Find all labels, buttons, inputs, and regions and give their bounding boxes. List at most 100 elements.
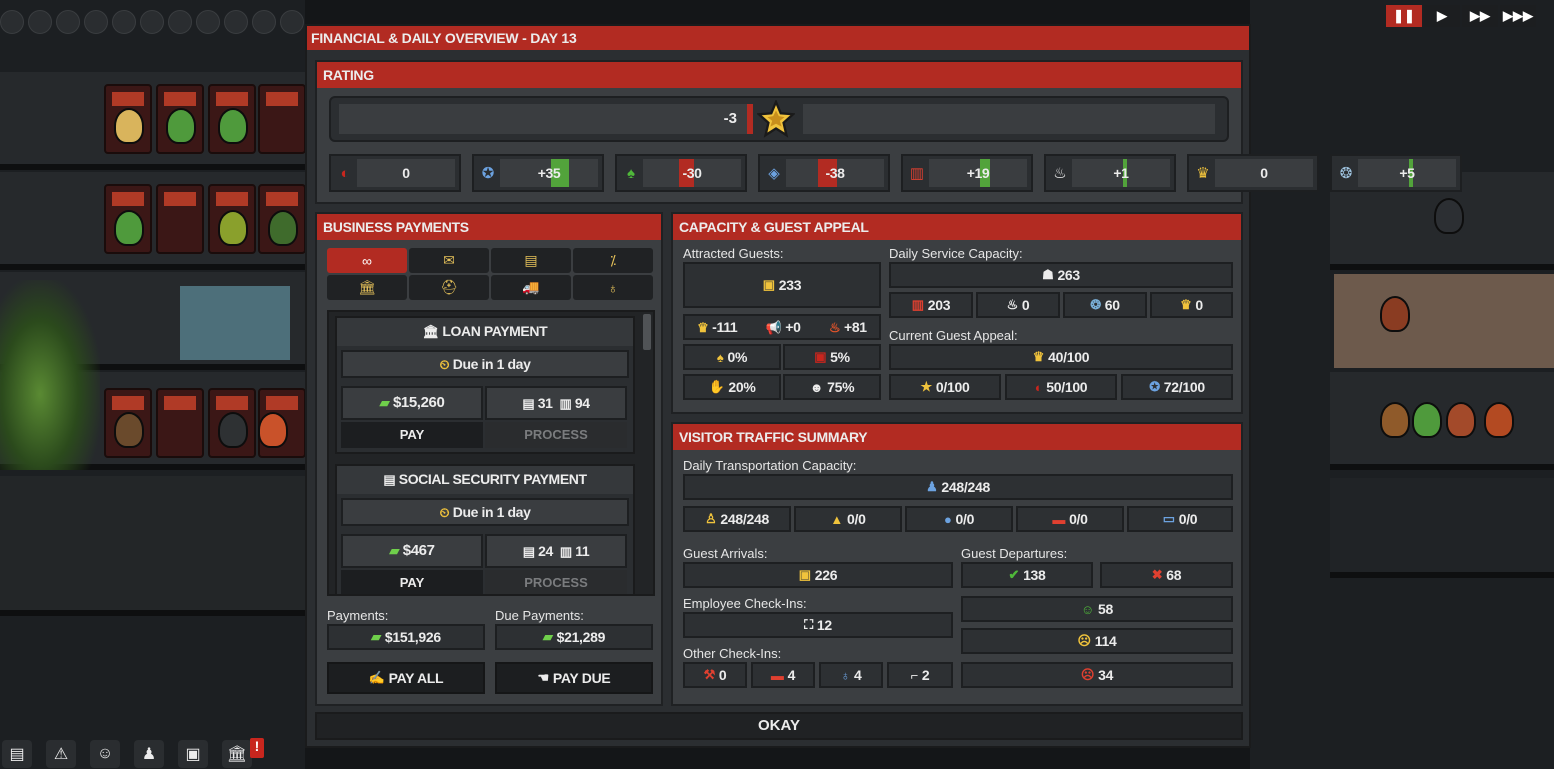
tab-bank[interactable]: 🏛 <box>327 275 407 300</box>
faction-icon: ◐ <box>1034 379 1043 395</box>
happy-face-icon: ☺ <box>1081 601 1094 617</box>
window-room <box>180 286 290 360</box>
clock-icon: ⏲ <box>439 505 450 520</box>
payment-list-scrollbar[interactable] <box>643 314 651 350</box>
toolbar-icon[interactable] <box>224 10 248 34</box>
service-brain: ❂ 60 <box>1063 292 1147 318</box>
percent-a-value: 0% <box>727 349 748 365</box>
fast-button[interactable]: ▶▶ <box>1462 5 1498 27</box>
pay-all-button[interactable]: ✍ PAY ALL <box>327 662 485 694</box>
lure-icon: ♠ <box>716 349 724 365</box>
employee-checkins-label: Employee Check-Ins: <box>683 596 807 611</box>
ticket-icon: ▣ <box>798 567 811 582</box>
street-lamp <box>0 280 100 470</box>
construction-icon[interactable]: ⚠ <box>46 740 76 768</box>
loan-payment-title: 🏛 LOAN PAYMENT <box>337 318 633 346</box>
due-payments-total: ▰ $21,289 <box>495 624 653 650</box>
loan-pay-button[interactable]: PAY <box>341 422 483 448</box>
rating-panel: RATING -3 ◐ 0 ✪ +35 ♠ -30 ◈ -38 ▥ +19 ♨ +1 ♛ 0 ❂ +5 <box>315 60 1462 204</box>
leaf-icon: ♠ <box>627 165 635 182</box>
daily-service-capacity: ☗ 263 <box>889 262 1233 288</box>
guest-appeal: ♛ 40/100 <box>889 344 1233 370</box>
social-security-pay-button[interactable]: PAY <box>341 570 483 594</box>
rating-stat: ▥ +19 <box>901 154 1033 192</box>
tab-delivery[interactable]: 🚚 <box>491 275 571 300</box>
bank-icon[interactable]: 🏛 <box>222 740 252 768</box>
social-security-amount-value: $467 <box>402 542 435 559</box>
tab-helmet[interactable]: ⛑ <box>409 275 489 300</box>
guest-departures-label: Guest Departures: <box>961 546 1068 561</box>
social-security-due: ⏲ Due in 1 day <box>341 498 629 526</box>
financial-overview-modal: FINANCIAL & DAILY OVERVIEW - DAY 13 RATI… <box>305 24 1462 748</box>
payments-total-value: $151,926 <box>384 629 441 645</box>
crown-modifier-value: -111 <box>712 318 738 335</box>
toolbar-icon[interactable] <box>280 10 304 34</box>
transport-capacity-label: Daily Transportation Capacity: <box>683 458 857 473</box>
rating-stat-bar: 0 <box>357 159 455 187</box>
clock-icon: ⏲ <box>439 357 450 372</box>
guest <box>114 108 144 144</box>
transport-taxi: ▲ 0/0 <box>794 506 902 532</box>
cash-icon: ▰ <box>371 629 381 644</box>
play-button[interactable]: ▶ <box>1424 5 1460 27</box>
toolbar-icon[interactable] <box>112 10 136 34</box>
megaphone-icon: 📢 <box>765 319 782 335</box>
guest <box>114 412 144 448</box>
build-icon[interactable]: ▤ <box>2 740 32 768</box>
toolbar-icon[interactable] <box>28 10 52 34</box>
departures-success-value: 138 <box>1023 567 1046 583</box>
pause-button[interactable]: ❚❚ <box>1386 5 1422 27</box>
toolbar-icon[interactable] <box>140 10 164 34</box>
tab-documents[interactable]: ▤ <box>491 248 571 273</box>
toolbar-icon[interactable] <box>0 10 24 34</box>
other-checkin-b: ▬ 4 <box>751 662 815 688</box>
transport-car: ● 0/0 <box>905 506 1013 532</box>
okay-button[interactable]: OKAY <box>315 712 1243 740</box>
tab-all[interactable]: ∞ <box>327 248 407 273</box>
due-payments-label: Due Payments: <box>495 608 584 623</box>
guests-happy: ☺ 58 <box>961 596 1233 622</box>
toolbar-icon[interactable] <box>84 10 108 34</box>
appeal-police-value: 72/100 <box>1163 379 1205 395</box>
slot-machine <box>156 184 204 254</box>
pay-due-button[interactable]: ☚ PAY DUE <box>495 662 653 694</box>
due-payments-total-value: $21,289 <box>556 629 606 645</box>
tab-supplies[interactable]: ♁ <box>573 275 653 300</box>
hand-icon: ✋ <box>708 379 725 394</box>
visitor-traffic-panel: VISITOR TRAFFIC SUMMARY Daily Transporta… <box>671 422 1243 706</box>
service-cake: ♛ 0 <box>1150 292 1233 318</box>
loan-process-button[interactable]: PROCESS <box>485 422 627 448</box>
payment-list[interactable]: 🏛 LOAN PAYMENT ⏲ Due in 1 day ▰ $15,260 … <box>327 310 655 596</box>
truck-icon[interactable]: ▣ <box>178 740 208 768</box>
toolbar-icon[interactable] <box>252 10 276 34</box>
toolbar-icon[interactable] <box>196 10 220 34</box>
security-icon[interactable]: ♟ <box>134 740 164 768</box>
ticket-icon: ▣ <box>762 277 775 292</box>
guests-angry: ☹ 34 <box>961 662 1233 688</box>
daily-service-value: 263 <box>1057 267 1080 283</box>
rating-stat-bar: 0 <box>1215 159 1313 187</box>
speed-controls: ❚❚ ▶ ▶▶ ▶▶▶ <box>1386 5 1536 27</box>
social-security-process-button[interactable]: PROCESS <box>485 570 627 594</box>
loan-payment-label: LOAN PAYMENT <box>442 323 548 339</box>
cash-icon: ▰ <box>542 629 553 644</box>
diamond-icon: ◈ <box>768 165 780 182</box>
gun-icon: ⌐ <box>910 667 919 683</box>
security-guard <box>1434 198 1464 234</box>
tab-mail[interactable]: ✉ <box>409 248 489 273</box>
payments-label: Payments: <box>327 608 389 623</box>
tab-tax[interactable]: ⁒ <box>573 248 653 273</box>
rating-stat-value: 0 <box>402 165 410 181</box>
toolbar-icon[interactable] <box>168 10 192 34</box>
transport-train: ▭ 0/0 <box>1127 506 1233 532</box>
transport-capacity-value: 248/248 <box>941 479 990 495</box>
percent-b: ▣ 5% <box>783 344 881 370</box>
neutral-face-icon: ☹ <box>1077 633 1092 648</box>
fastest-button[interactable]: ▶▶▶ <box>1500 5 1536 27</box>
staff-icon[interactable]: ☺ <box>90 740 120 768</box>
toolbar-icon[interactable] <box>56 10 80 34</box>
angry-face-icon: ☹ <box>1080 667 1095 682</box>
train-icon: ▭ <box>1162 511 1175 526</box>
social-security-label: SOCIAL SECURITY PAYMENT <box>398 471 587 487</box>
pay-all-label: PAY ALL <box>388 670 444 686</box>
